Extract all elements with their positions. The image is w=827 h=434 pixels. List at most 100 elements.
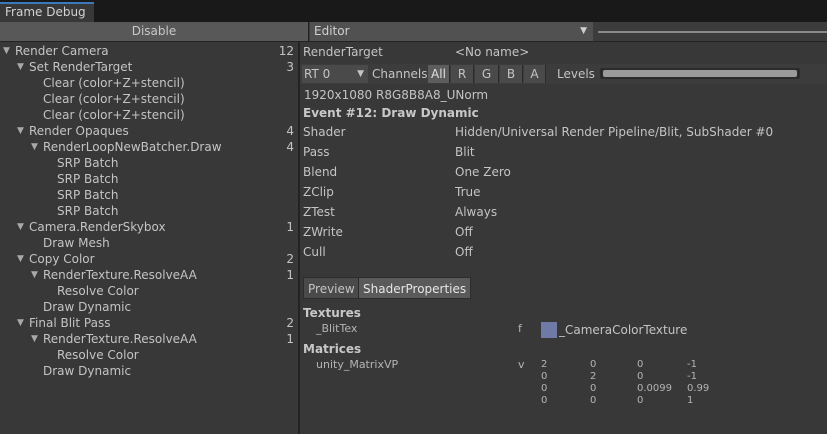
tree-row[interactable]: SRP Batch (0, 155, 298, 171)
matrix-cell: 0 (590, 383, 597, 394)
property-name: Pass (303, 145, 330, 159)
channel-g-toggle[interactable]: G (475, 65, 499, 83)
tree-row[interactable]: ▼ Camera.RenderSkybox 1 (0, 219, 298, 235)
matrix-cell: 2 (590, 371, 597, 382)
matrix-cell: 0 (637, 395, 644, 406)
tree-row-count: 1 (286, 332, 294, 346)
tree-row-label: SRP Batch (57, 188, 119, 202)
channel-r-toggle[interactable]: R (451, 65, 474, 83)
property-value: One Zero (455, 165, 511, 179)
property-value: Off (455, 245, 473, 259)
expand-triangle-icon[interactable]: ▼ (17, 315, 24, 331)
expand-triangle-icon[interactable]: ▼ (31, 267, 38, 283)
matrix-cell: 2 (541, 359, 548, 370)
matrix-cell: -1 (687, 359, 697, 370)
property-name: ZClip (303, 185, 334, 199)
texture-value: _CameraColorTexture (559, 323, 688, 337)
levels-range-fill (603, 70, 797, 77)
channel-a-toggle[interactable]: A (524, 65, 546, 83)
tree-row-count: 3 (286, 60, 294, 74)
matrix-cell: 0 (637, 359, 644, 370)
tab-preview[interactable]: Preview (303, 277, 360, 299)
tree-row-label: Draw Mesh (43, 236, 110, 250)
tree-row[interactable]: Resolve Color (0, 283, 298, 299)
event-slider[interactable] (598, 31, 827, 33)
expand-triangle-icon[interactable]: ▼ (17, 59, 24, 75)
tree-row-count: 2 (286, 252, 294, 266)
property-row: ZTest Always (303, 202, 823, 222)
matrix-cell: 0 (590, 359, 597, 370)
tree-row[interactable]: ▼ Render Camera 12 (0, 43, 298, 59)
texture-thumbnail[interactable] (541, 322, 557, 338)
property-value: Blit (455, 145, 475, 159)
property-value: Off (455, 225, 473, 239)
tree-row-count: 4 (286, 124, 294, 138)
expand-triangle-icon[interactable]: ▼ (31, 139, 38, 155)
tab-shader-properties[interactable]: ShaderProperties (358, 277, 472, 299)
expand-triangle-icon[interactable]: ▼ (3, 43, 10, 59)
matrix-cell: 0 (541, 395, 548, 406)
tree-row-label: Camera.RenderSkybox (29, 220, 166, 234)
tree-row-label: Draw Dynamic (43, 364, 132, 378)
tree-row[interactable]: ▼ RenderLoopNewBatcher.Draw 4 (0, 139, 298, 155)
expand-triangle-icon[interactable]: ▼ (17, 123, 24, 139)
matrix-cell: 1 (687, 395, 694, 406)
matrix-cell: 0 (541, 383, 548, 394)
tree-row[interactable]: Clear (color+Z+stencil) (0, 75, 298, 91)
expand-triangle-icon[interactable]: ▼ (31, 331, 38, 347)
tree-row[interactable]: ▼ RenderTexture.ResolveAA 1 (0, 331, 298, 347)
tree-row[interactable]: Draw Mesh (0, 235, 298, 251)
tree-row[interactable]: Clear (color+Z+stencil) (0, 107, 298, 123)
property-name: Cull (303, 245, 326, 259)
levels-slider[interactable] (600, 68, 800, 79)
matrix-cell: 0 (637, 371, 644, 382)
tree-row-count: 12 (278, 44, 294, 58)
window-tab-strip: Frame Debug (0, 0, 827, 22)
render-target-value: <No name> (455, 45, 530, 59)
property-name: Shader (303, 125, 346, 139)
property-row: Pass Blit (303, 142, 823, 162)
rt-dropdown[interactable]: RT 0 ▼ (302, 65, 368, 83)
event-details-panel: RenderTarget <No name> RT 0 ▼ Channels A… (300, 42, 827, 434)
tree-row[interactable]: SRP Batch (0, 203, 298, 219)
property-value: Always (455, 205, 498, 219)
tree-row-label: Clear (color+Z+stencil) (43, 92, 185, 106)
tree-row[interactable]: ▼ Set RenderTarget 3 (0, 59, 298, 75)
expand-triangle-icon[interactable]: ▼ (17, 251, 24, 267)
tree-row-label: Render Camera (15, 44, 109, 58)
tree-row-label: Draw Dynamic (43, 300, 132, 314)
tree-row[interactable]: Resolve Color (0, 347, 298, 363)
tree-row-label: Render Opaques (29, 124, 129, 138)
frame-debug-tab-label: Frame Debug (5, 5, 86, 19)
texture-property-name: _BlitTex (316, 322, 358, 335)
tree-row-label: RenderTexture.ResolveAA (43, 268, 197, 282)
tree-row-count: 1 (286, 220, 294, 234)
tree-row[interactable]: Draw Dynamic (0, 363, 298, 379)
tree-row-label: RenderTexture.ResolveAA (43, 332, 197, 346)
tree-row[interactable]: Clear (color+Z+stencil) (0, 91, 298, 107)
disable-button[interactable]: Disable (0, 22, 309, 41)
tree-row[interactable]: ▼ Final Blit Pass 2 (0, 315, 298, 331)
tree-row[interactable]: ▼ RenderTexture.ResolveAA 1 (0, 267, 298, 283)
tree-row[interactable]: ▼ Copy Color 2 (0, 251, 298, 267)
textures-title: Textures (303, 306, 361, 320)
channel-toggles: All R G B A (428, 65, 546, 83)
expand-triangle-icon[interactable]: ▼ (17, 219, 24, 235)
property-row: Blend One Zero (303, 162, 823, 182)
tree-row[interactable]: Draw Dynamic (0, 299, 298, 315)
channel-all-toggle[interactable]: All (428, 65, 450, 83)
property-value: True (455, 185, 481, 199)
matrix-property-name: unity_MatrixVP (316, 358, 399, 371)
tree-row-count: 1 (286, 268, 294, 282)
event-title: Event #12: Draw Dynamic (303, 106, 479, 120)
tree-row[interactable]: SRP Batch (0, 187, 298, 203)
tree-row-label: Resolve Color (57, 348, 139, 362)
tree-row[interactable]: ▼ Render Opaques 4 (0, 123, 298, 139)
tree-row-label: SRP Batch (57, 204, 119, 218)
render-target-toolbar: RT 0 ▼ Channels All R G B A Levels (300, 64, 827, 84)
event-tree-panel: ▼ Render Camera 12 ▼ Set RenderTarget 3 Clear … (0, 42, 298, 434)
frame-debug-tab[interactable]: Frame Debug (0, 2, 94, 22)
tree-row[interactable]: SRP Batch (0, 171, 298, 187)
channel-b-toggle[interactable]: B (500, 65, 523, 83)
target-dropdown[interactable]: Editor ▼ (310, 22, 593, 41)
